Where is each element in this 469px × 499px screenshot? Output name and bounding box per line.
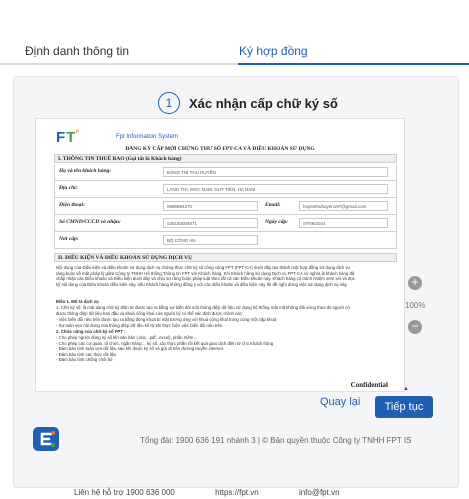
scroll-up-icon[interactable]: ▲ bbox=[403, 386, 409, 392]
logo-subtitle: Fpt Information System bbox=[116, 134, 179, 140]
support-email[interactable]: info@fpt.vn bbox=[299, 488, 340, 497]
field-label: Email: bbox=[265, 202, 281, 208]
continue-button[interactable]: Tiếp tục bbox=[375, 396, 433, 418]
tab-bar: Định danh thông tin Ký hợp đồng bbox=[0, 30, 469, 66]
terms-bullets: - Cho phép người dùng ký số lên văn bản … bbox=[56, 335, 274, 363]
field-row-phone-email: Điện thoại: 0985984370 Email: huyenthuhu… bbox=[54, 198, 397, 215]
section-terms: II. ĐIỀU KIỆN VÀ ĐIỀU KHOẢN SỬ DỤNG DỊCH… bbox=[54, 253, 397, 262]
zoom-out-button[interactable]: − bbox=[408, 320, 422, 334]
tab-sign-contract[interactable]: Ký hợp đồng bbox=[239, 44, 308, 58]
footer-text: Tổng đài: 1900 636 191 nhánh 3 | © Bản q… bbox=[140, 436, 412, 445]
terms-bullets: - Việc biến đổi nêu trên được tạo ra bằn… bbox=[56, 317, 277, 328]
zoom-in-button[interactable]: + bbox=[408, 276, 422, 290]
field-value: 035193004071 bbox=[163, 218, 258, 228]
bottom-contact-bar: Liên hệ hỗ trợ 1900 636 000 https://fpt.… bbox=[74, 488, 378, 497]
document-viewer[interactable]: FPT Fpt Information System ĐĂNG KÝ CẤP M… bbox=[35, 118, 405, 392]
field-value: 07/06/2024 bbox=[299, 218, 388, 228]
back-button[interactable]: Quay lại bbox=[320, 396, 360, 408]
terms-item: 1. Chữ ký số: là một dạng chữ ký điện tử… bbox=[56, 305, 350, 316]
field-row-id: Số CMND/CCCD và nhận: 035193004071 Ngày … bbox=[54, 215, 397, 232]
terms-item: 2. Chức năng của chữ ký số FPT : bbox=[56, 329, 126, 334]
support-phone: Liên hệ hỗ trợ 1900 636 000 bbox=[74, 488, 175, 497]
document-title: ĐĂNG KÝ CẤP MỚI CHỨNG THƯ SỐ FPT-CA VÀ Đ… bbox=[125, 146, 315, 152]
step-header: 1 Xác nhận cấp chữ ký số bbox=[158, 90, 338, 116]
article-heading: Điều 1. Mô tả dịch vụ bbox=[56, 299, 99, 304]
field-value: huyenthuhuyen197@gmail.com bbox=[299, 201, 388, 211]
field-value: ĐẶNG THỊ THU HUYỀN bbox=[163, 167, 388, 177]
fpt-logo: FPT bbox=[56, 129, 80, 146]
field-label: Họ và tên khách hàng: bbox=[59, 168, 112, 174]
field-label: Số CMND/CCCD và nhận: bbox=[59, 219, 121, 225]
e-logo-icon bbox=[33, 427, 59, 451]
field-value: 0985984370 bbox=[163, 201, 258, 211]
step-number-badge: 1 bbox=[158, 92, 180, 114]
terms-paragraph: Nội dung của Điều kiện và điều khoản sử … bbox=[56, 265, 355, 287]
step-title: Xác nhận cấp chữ ký số bbox=[189, 95, 338, 111]
field-label: Nơi cấp: bbox=[59, 236, 79, 242]
field-label: Điện thoại: bbox=[59, 202, 85, 208]
field-label: Ngày cấp: bbox=[265, 219, 289, 225]
field-row-name: Họ và tên khách hàng: ĐẶNG THỊ THU HUYỀN bbox=[54, 164, 397, 181]
tab-underline-inactive bbox=[0, 63, 238, 65]
tab-identity[interactable]: Định danh thông tin bbox=[25, 44, 129, 58]
field-value: LANG THI, MOC NAM, DUY TIÊN, HA NAM bbox=[163, 184, 388, 194]
section-subscriber-info: I. THÔNG TIN THUÊ BAO (Gọi tắt là Khách … bbox=[54, 154, 397, 163]
support-website[interactable]: https://fpt.vn bbox=[215, 488, 259, 497]
field-value: BỘ CÔNG AN bbox=[163, 235, 258, 245]
field-row-issuer: Nơi cấp: BỘ CÔNG AN bbox=[54, 232, 397, 249]
field-row-address: Địa chỉ: LANG THI, MOC NAM, DUY TIÊN, HA… bbox=[54, 181, 397, 198]
tab-underline-active bbox=[238, 63, 469, 65]
zoom-level: 100% bbox=[405, 301, 426, 310]
field-label: Địa chỉ: bbox=[59, 185, 78, 191]
confidential-label: Confidential bbox=[350, 381, 388, 389]
